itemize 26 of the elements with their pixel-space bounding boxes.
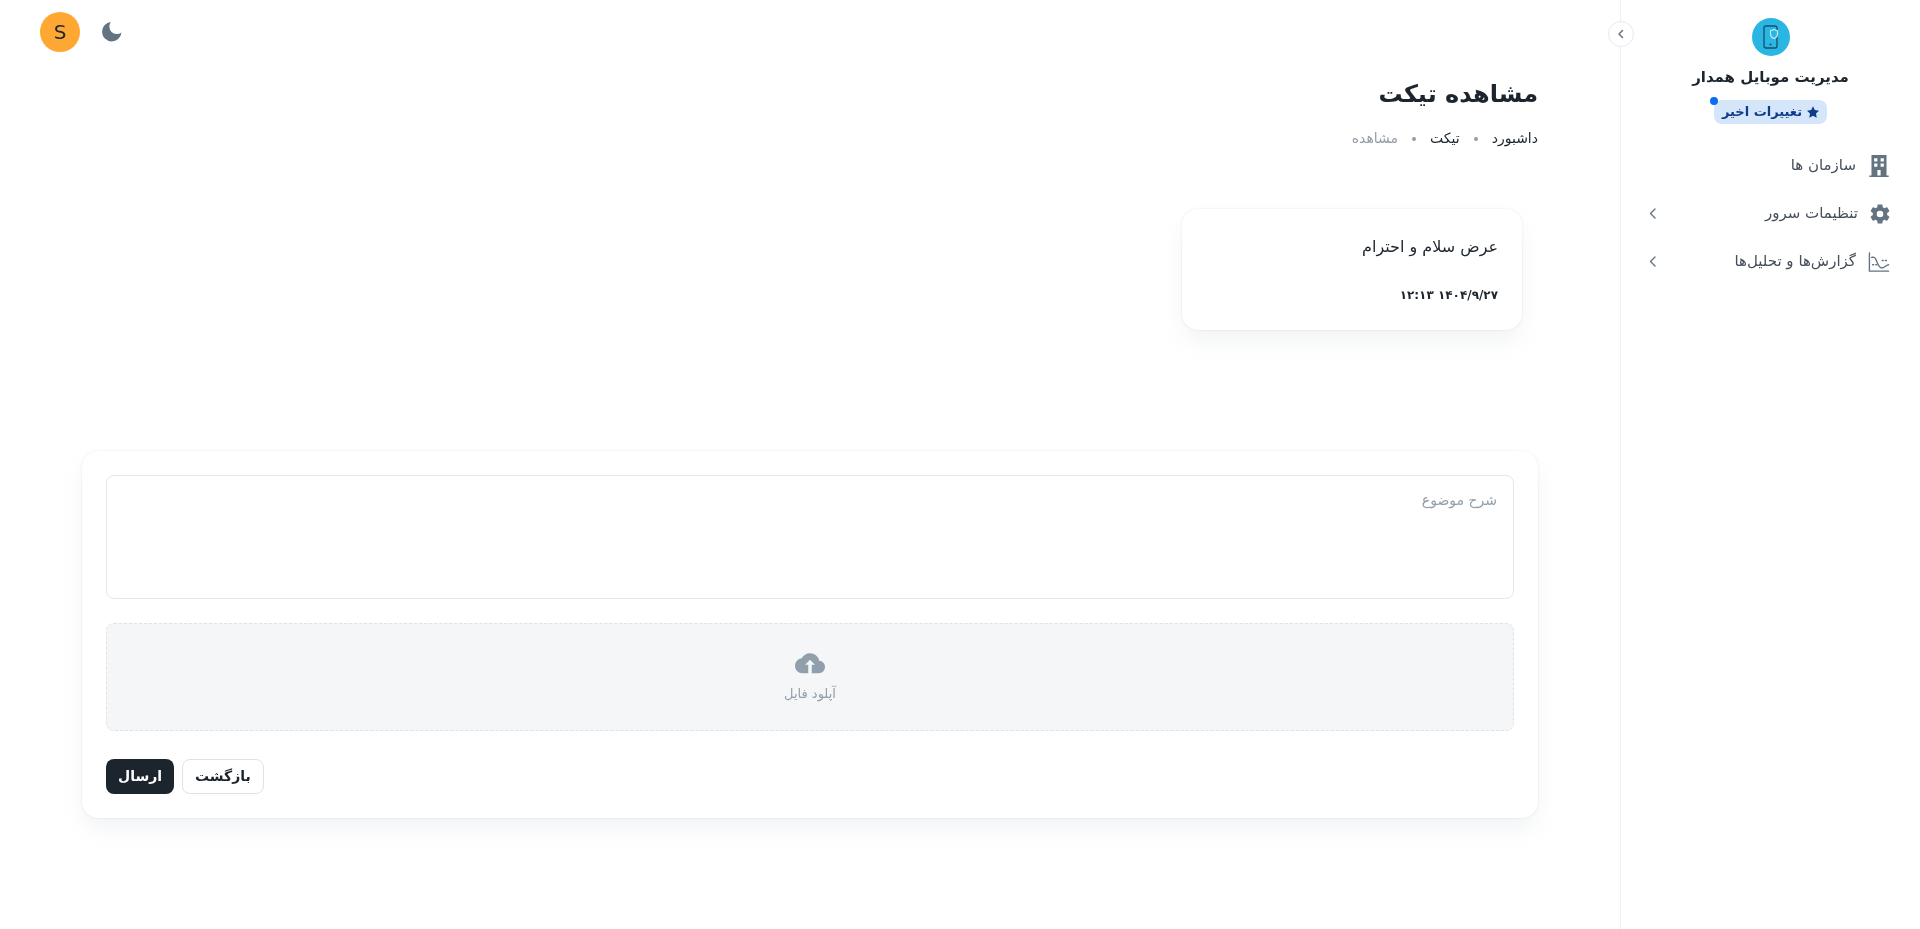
chevron-left-icon [1649,256,1656,267]
back-button[interactable]: بازگشت [182,759,264,794]
chart-curve-icon [1868,251,1890,272]
app-name: مدیریت موبایل همدار [1692,67,1849,88]
breadcrumb-link[interactable]: تیکت [1430,128,1460,149]
send-button[interactable]: ارسال [106,759,175,794]
description-field[interactable]: شرح موضوع [106,475,1514,599]
breadcrumb-link[interactable]: داشبورد [1491,128,1538,149]
chevron-left-icon [1649,208,1656,219]
message-timestamp: ۱۴۰۴/۹/۲۷ ۱۲:۱۳ [1399,287,1498,303]
breadcrumb-current: مشاهده [1351,129,1399,148]
building-icon [1868,154,1890,177]
dark-mode-toggle[interactable] [100,20,124,44]
sidebar-menu-item[interactable]: گزارش‌ها و تحلیل‌ها [1621,237,1920,286]
star-icon [1807,105,1820,118]
sidebar-menu-item[interactable]: تنظیمات سرور [1621,189,1920,238]
user-avatar[interactable]: S [40,12,80,52]
gear-icon [1870,203,1890,224]
sidebar-menu-item[interactable]: سازمان ها [1621,141,1920,190]
cloud-upload-icon [795,650,825,676]
phone-shield-logo-icon [1751,18,1790,56]
recent-changes-chip[interactable]: تغییرات اخیر [1713,99,1828,124]
page-title: مشاهده تیکت [1378,79,1538,110]
message-text: عرض سلام و احترام [1362,236,1498,259]
chevron-left-icon [1616,29,1626,39]
moon-icon [102,22,122,42]
